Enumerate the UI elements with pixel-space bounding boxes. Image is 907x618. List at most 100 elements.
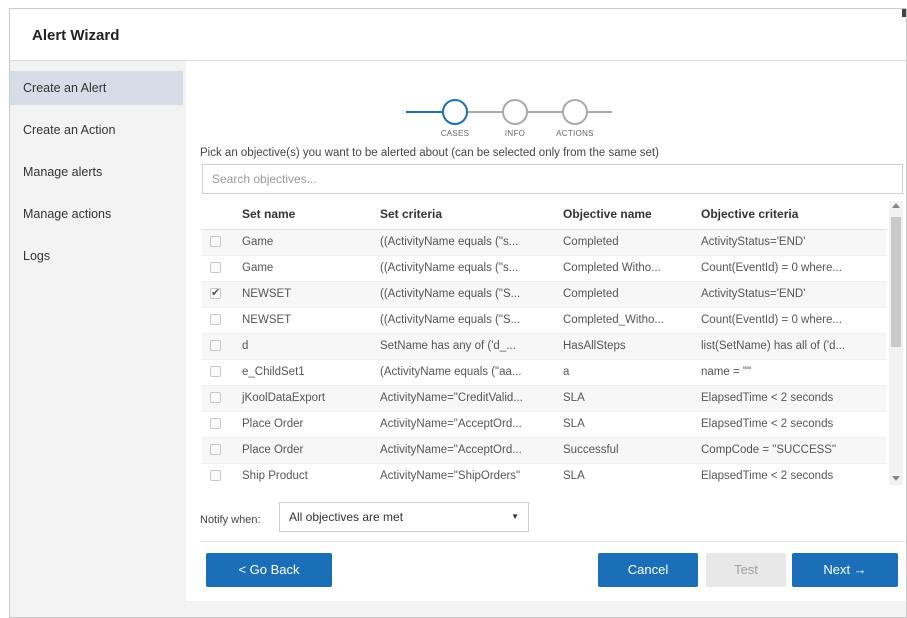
scroll-down-icon[interactable] <box>892 476 900 481</box>
set-name-cell: Game <box>234 255 372 282</box>
footer-divider <box>200 541 905 542</box>
row-checkbox[interactable] <box>210 314 221 325</box>
instruction-text: Pick an objective(s) you want to be aler… <box>200 147 659 159</box>
set-criteria-cell: ActivityName="ShipOrders" <box>372 463 555 485</box>
step-label-actions: ACTIONS <box>556 129 594 138</box>
set-name-cell: NEWSET <box>234 281 372 308</box>
set-criteria-cell: ((ActivityName equals ("S... <box>372 281 555 308</box>
objective-name-cell: Successful <box>555 437 693 464</box>
scrollbar-thumb[interactable] <box>891 217 901 347</box>
row-select-cell <box>202 437 234 464</box>
next-button[interactable]: Next → <box>792 553 898 587</box>
row-select-cell <box>202 411 234 438</box>
table-scrollbar[interactable] <box>889 201 903 485</box>
objective-name-cell: Completed <box>555 281 693 308</box>
objective-name-cell: SLA <box>555 411 693 438</box>
row-checkbox[interactable] <box>210 392 221 403</box>
step-connector <box>528 111 562 113</box>
table-row[interactable]: Place Order ActivityName="AcceptOrd... S… <box>202 411 886 438</box>
notify-when-select[interactable]: All objectives are met ▼ <box>279 502 529 532</box>
row-select-cell <box>202 463 234 485</box>
set-name-cell: Ship Product <box>234 463 372 485</box>
column-header-objective-name[interactable]: Objective name <box>555 199 693 230</box>
step-connector <box>588 111 612 113</box>
column-header-set-name[interactable]: Set name <box>234 199 372 230</box>
dropdown-caret-icon: ▼ <box>511 512 519 521</box>
objective-criteria-cell: ActivityStatus='END' <box>693 281 886 308</box>
sidebar-item-manage-alerts[interactable]: Manage alerts <box>10 155 183 189</box>
step-connector <box>468 111 502 113</box>
go-back-button[interactable]: < Go Back <box>206 553 332 587</box>
select-column-header <box>202 199 234 230</box>
sidebar-item-create-alert[interactable]: Create an Alert <box>10 71 183 105</box>
objective-criteria-cell: Count(EventId) = 0 where... <box>693 307 886 334</box>
table-row[interactable]: Game ((ActivityName equals ("s... Comple… <box>202 229 886 256</box>
table-row[interactable]: NEWSET ((ActivityName equals ("S... Comp… <box>202 307 886 334</box>
scroll-up-icon[interactable] <box>892 203 900 208</box>
set-name-cell: Place Order <box>234 437 372 464</box>
set-name-cell: NEWSET <box>234 307 372 334</box>
row-checkbox[interactable] <box>210 340 221 351</box>
objective-criteria-cell: list(SetName) has all of ('d... <box>693 333 886 360</box>
row-checkbox[interactable] <box>210 262 221 273</box>
objective-name-cell: SLA <box>555 463 693 485</box>
sidebar-item-logs[interactable]: Logs <box>10 239 183 273</box>
search-input[interactable] <box>202 164 903 194</box>
set-criteria-cell: ActivityName="CreditValid... <box>372 385 555 412</box>
step-circle-cases <box>442 99 468 125</box>
cancel-button[interactable]: Cancel <box>598 553 698 587</box>
row-select-cell <box>202 229 234 256</box>
step-label-cases: CASES <box>440 129 470 138</box>
set-criteria-cell: ActivityName="AcceptOrd... <box>372 411 555 438</box>
row-checkbox[interactable] <box>210 418 221 429</box>
column-header-objective-criteria[interactable]: Objective criteria <box>693 199 886 230</box>
table-row[interactable]: Ship Product ActivityName="ShipOrders" S… <box>202 463 886 485</box>
notify-label: Notify when: <box>200 514 261 526</box>
row-checkbox[interactable] <box>210 366 221 377</box>
test-button[interactable]: Test <box>706 553 786 587</box>
title-bar: Alert Wizard <box>10 9 906 61</box>
set-criteria-cell: (ActivityName equals ("aa... <box>372 359 555 386</box>
objective-name-cell: HasAllSteps <box>555 333 693 360</box>
row-checkbox[interactable] <box>210 470 221 481</box>
table-row[interactable]: Game ((ActivityName equals ("s... Comple… <box>202 255 886 282</box>
set-criteria-cell: ((ActivityName equals ("S... <box>372 307 555 334</box>
objective-name-cell: a <box>555 359 693 386</box>
table-row[interactable]: e_ChildSet1 (ActivityName equals ("aa...… <box>202 359 886 386</box>
table-row[interactable]: Place Order ActivityName="AcceptOrd... S… <box>202 437 886 464</box>
column-header-set-criteria[interactable]: Set criteria <box>372 199 555 230</box>
dialog-title: Alert Wizard <box>32 27 120 44</box>
step-circle-info <box>502 99 528 125</box>
objective-criteria-cell: name = "" <box>693 359 886 386</box>
step-connector <box>406 111 442 113</box>
notify-select-value: All objectives are met <box>289 510 404 524</box>
objective-criteria-cell: Count(EventId) = 0 where... <box>693 255 886 282</box>
row-checkbox-checked[interactable] <box>210 286 221 299</box>
table-row[interactable]: d SetName has any of ('d_... HasAllSteps… <box>202 333 886 360</box>
table-row[interactable]: NEWSET ((ActivityName equals ("S... Comp… <box>202 281 886 308</box>
row-checkbox[interactable] <box>210 444 221 455</box>
sidebar: Create an Alert Create an Action Manage … <box>10 61 186 601</box>
wizard-stepper: CASES INFO ACTIONS <box>402 97 702 138</box>
objective-criteria-cell: ElapsedTime < 2 seconds <box>693 385 886 412</box>
objective-name-cell: Completed_Witho... <box>555 307 693 334</box>
table-row[interactable]: jKoolDataExport ActivityName="CreditVali… <box>202 385 886 412</box>
row-select-cell <box>202 281 234 308</box>
corner-marker <box>902 9 906 17</box>
row-select-cell <box>202 333 234 360</box>
objective-criteria-cell: CompCode = "SUCCESS" <box>693 437 886 464</box>
row-checkbox[interactable] <box>210 236 221 247</box>
table-header-row: Set name Set criteria Objective name Obj… <box>202 199 886 230</box>
set-criteria-cell: ActivityName="AcceptOrd... <box>372 437 555 464</box>
set-name-cell: e_ChildSet1 <box>234 359 372 386</box>
main-content: CASES INFO ACTIONS Pick an objective(s) … <box>186 61 906 601</box>
alert-wizard-dialog: Alert Wizard Create an Alert Create an A… <box>9 8 907 618</box>
step-circle-actions <box>562 99 588 125</box>
set-name-cell: d <box>234 333 372 360</box>
set-criteria-cell: ((ActivityName equals ("s... <box>372 229 555 256</box>
sidebar-item-manage-actions[interactable]: Manage actions <box>10 197 183 231</box>
row-select-cell <box>202 255 234 282</box>
objective-name-cell: SLA <box>555 385 693 412</box>
step-label-info: INFO <box>504 129 526 138</box>
sidebar-item-create-action[interactable]: Create an Action <box>10 113 183 147</box>
